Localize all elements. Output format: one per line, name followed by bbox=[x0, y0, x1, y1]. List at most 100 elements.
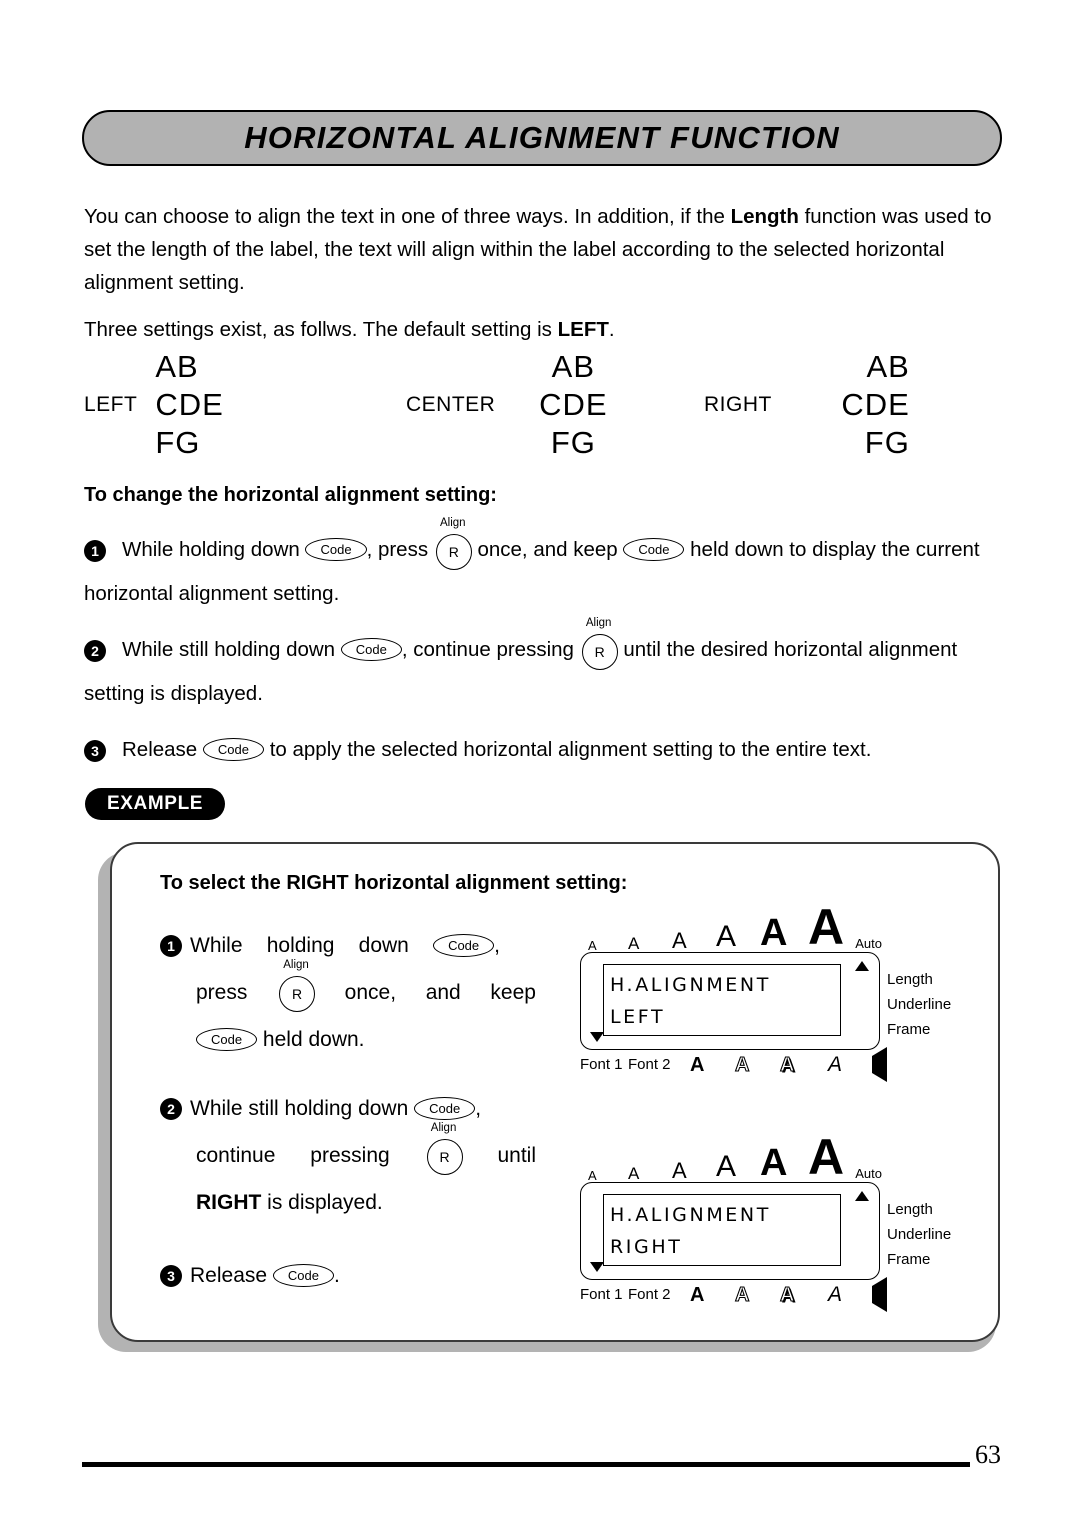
example-step-1: 1 While holding down Code, press Align R o… bbox=[160, 922, 580, 1063]
size-mark-icon: A bbox=[672, 928, 687, 953]
step-text: continue bbox=[196, 1144, 276, 1167]
sample-line: CDE bbox=[155, 387, 224, 422]
size-mark-icon: A bbox=[716, 920, 737, 953]
triangle-up-icon bbox=[855, 961, 869, 971]
align-key-label: Align bbox=[283, 958, 309, 971]
lcd-line-2: LEFT bbox=[610, 1006, 666, 1028]
sample-label-right: RIGHT bbox=[704, 393, 772, 416]
label-frame: Frame bbox=[887, 1021, 931, 1038]
size-mark-icon: A bbox=[588, 1168, 597, 1183]
triangle-down-icon bbox=[590, 1032, 604, 1042]
sample-label-left: LEFT bbox=[84, 393, 138, 416]
label-underline: Underline bbox=[887, 1226, 952, 1243]
sample-group-center: CENTER AB CDE FG bbox=[406, 345, 633, 465]
lcd-display-1: A A A A A A Auto H.ALIGNMENT LEFT Length… bbox=[580, 899, 951, 1083]
align-key-wrap: Align R bbox=[434, 517, 472, 570]
auto-label: Auto bbox=[855, 1166, 882, 1181]
sample-line: AB bbox=[866, 349, 910, 384]
intro-paragraph-1: You can choose to align the text in one … bbox=[84, 200, 1004, 299]
lcd-screen: H.ALIGNMENT LEFT bbox=[603, 964, 841, 1036]
style-outline-a-icon: A bbox=[734, 1053, 750, 1076]
align-key-label: Align bbox=[439, 516, 466, 529]
step-number-badge: 2 bbox=[84, 639, 106, 662]
step-number-badge: 1 bbox=[160, 935, 182, 958]
sample-line: AB bbox=[551, 349, 596, 384]
procedure-step-3: 3 Release Code to apply the selected hori… bbox=[84, 728, 1019, 772]
step-text: While still holding down bbox=[190, 1097, 409, 1120]
style-italic-a-icon: A bbox=[828, 1283, 843, 1306]
step-body: Release Code to apply the selected horiz… bbox=[122, 738, 871, 762]
step-number-badge: 2 bbox=[160, 1098, 182, 1121]
lcd-size-indicator-row: A A A A A A Auto bbox=[580, 899, 882, 955]
lcd-line-1: H.ALIGNMENT bbox=[610, 1204, 771, 1226]
label-font-1: Font 1 bbox=[580, 1056, 623, 1073]
size-mark-icon: A bbox=[588, 938, 597, 953]
step-body: While holding down Code, press Align R on… bbox=[84, 517, 980, 605]
step-text: While bbox=[190, 934, 243, 957]
intro-p1-part1: You can choose to align the text in one … bbox=[84, 205, 731, 228]
lcd-display-2: A A A A A A Auto H.ALIGNMENT RIGHT Lengt… bbox=[580, 1129, 951, 1313]
align-key-wrap: Align R bbox=[580, 617, 618, 670]
example-step-2-line-3: RIGHT is displayed. bbox=[196, 1179, 580, 1226]
label-underline: Underline bbox=[887, 996, 952, 1013]
triangle-up-icon bbox=[855, 1191, 869, 1201]
step-text: once, and keep bbox=[471, 538, 624, 561]
step-body: While still holding down Code, continue … bbox=[84, 617, 957, 705]
code-key: Code bbox=[272, 1263, 334, 1287]
r-key: R bbox=[581, 633, 618, 670]
step-text: once, bbox=[344, 981, 397, 1004]
example-steps: 1 While holding down Code, press Align R o… bbox=[160, 922, 580, 1299]
label-length: Length bbox=[887, 1201, 933, 1218]
triangle-left-icon bbox=[872, 1047, 887, 1082]
step-text: , bbox=[494, 934, 500, 957]
code-key-wrap: Code, bbox=[433, 922, 500, 969]
step-text: keep bbox=[490, 981, 536, 1004]
size-mark-icon: A bbox=[808, 899, 845, 955]
r-key: R bbox=[279, 975, 316, 1012]
footer-rule bbox=[82, 1462, 970, 1467]
example-box: To select the RIGHT horizontal alignment… bbox=[110, 842, 1000, 1342]
code-key: Code bbox=[305, 538, 367, 562]
size-mark-icon: A bbox=[808, 1129, 845, 1185]
triangle-left-icon bbox=[872, 1277, 887, 1312]
style-shadow-a-icon: A bbox=[779, 1053, 795, 1076]
code-key: Code bbox=[202, 738, 264, 762]
procedure-steps: 1 While holding down Code, press Align R o… bbox=[84, 517, 1019, 784]
sample-line: FG bbox=[155, 425, 201, 460]
step-text: until bbox=[497, 1144, 536, 1167]
style-italic-a-icon: A bbox=[828, 1053, 843, 1076]
step-text: down bbox=[358, 934, 409, 957]
label-length: Length bbox=[887, 971, 933, 988]
style-shadow-a-icon: A bbox=[779, 1283, 795, 1306]
code-key: Code bbox=[433, 933, 495, 957]
intro-p2-bold: LEFT bbox=[557, 318, 609, 341]
step-number-badge: 3 bbox=[84, 739, 106, 762]
lcd-screen: H.ALIGNMENT RIGHT bbox=[603, 1194, 841, 1266]
step-text: While holding down bbox=[122, 538, 306, 561]
page-title-banner: HORIZONTAL ALIGNMENT FUNCTION bbox=[82, 110, 1002, 166]
example-step-1-line-1: 1 While holding down Code, bbox=[160, 922, 500, 969]
r-key: R bbox=[426, 1138, 463, 1175]
style-bold-a-icon: A bbox=[690, 1284, 705, 1306]
code-key: Code bbox=[623, 538, 685, 562]
label-font-2: Font 2 bbox=[628, 1056, 671, 1073]
lcd-frame: H.ALIGNMENT RIGHT Length Underline Frame bbox=[580, 1182, 951, 1280]
intro-text: You can choose to align the text in one … bbox=[84, 200, 1004, 346]
size-mark-icon: A bbox=[760, 912, 788, 954]
sample-group-left: LEFT AB CDE FG bbox=[84, 345, 275, 465]
sample-text-right: AB CDE FG bbox=[790, 348, 910, 462]
label-font-2: Font 2 bbox=[628, 1286, 671, 1303]
lcd-bottom-row: Font 1 Font 2 A A A A bbox=[580, 1277, 900, 1313]
align-key-wrap: Align R bbox=[425, 1122, 463, 1175]
step-number-badge: 3 bbox=[160, 1265, 182, 1288]
sample-line: AB bbox=[155, 349, 199, 384]
style-outline-a-icon: A bbox=[734, 1283, 750, 1306]
procedure-step-2: 2 While still holding down Code, continue… bbox=[84, 617, 1019, 716]
size-mark-icon: A bbox=[672, 1158, 687, 1183]
step-text: held down. bbox=[262, 1028, 365, 1051]
align-key-label: Align bbox=[585, 616, 612, 629]
example-step-2-line-1: 2 While still holding down Code, bbox=[160, 1085, 580, 1132]
alignment-samples: LEFT AB CDE FG CENTER AB CDE FG RIGHT AB… bbox=[84, 345, 1014, 465]
highlighted-setting: RIGHT bbox=[196, 1191, 262, 1214]
step-text: While still holding down bbox=[122, 638, 341, 661]
